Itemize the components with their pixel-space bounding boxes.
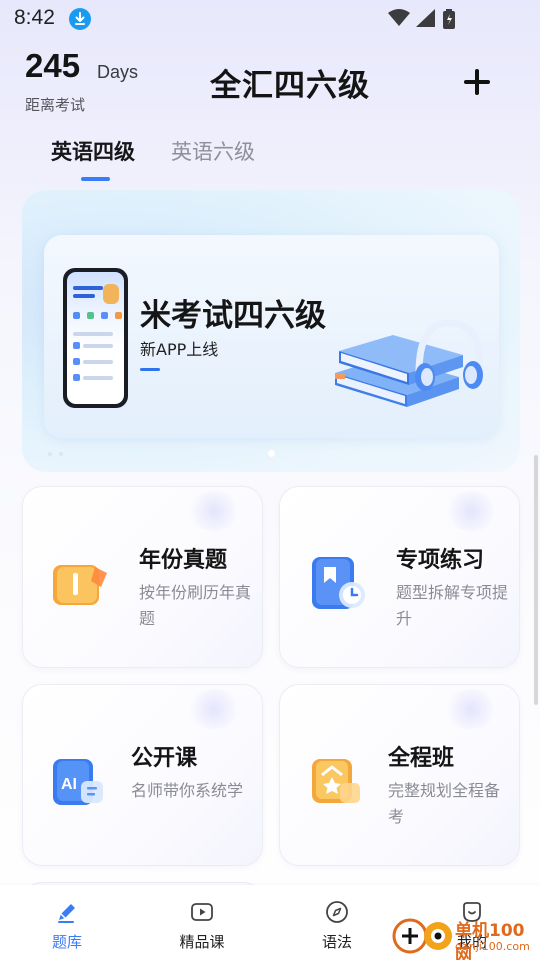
wifi-icon — [388, 9, 410, 26]
books-headphones-icon — [335, 319, 483, 407]
carousel-dot-active — [268, 450, 275, 457]
carousel-dot — [48, 452, 52, 456]
download-icon — [69, 8, 91, 30]
ai-course-icon: AI — [53, 759, 103, 805]
card-title: 专项练习 — [396, 548, 485, 573]
tab-cet6[interactable]: 英语六级 — [171, 136, 255, 166]
card-title: 全程班 — [388, 746, 455, 771]
watermark-logo-icon — [392, 918, 452, 954]
signal-icon — [416, 9, 435, 27]
watermark-text: 单机100网 — [455, 921, 525, 960]
card-full-course[interactable]: 全程班 完整规划全程备考 — [279, 684, 520, 866]
countdown-days: 245 — [25, 47, 81, 84]
card-special-practice[interactable]: 专项练习 题型拆解专项提升 — [279, 486, 520, 668]
watermark: 单机100网 danji100.com — [392, 910, 540, 960]
status-bar: 8:42 — [0, 0, 540, 38]
countdown-label: 距离考试 — [25, 96, 86, 114]
play-icon — [191, 903, 213, 921]
svg-text:AI: AI — [61, 776, 77, 793]
nav-label: 语法 — [321, 933, 352, 951]
scrollbar[interactable] — [534, 455, 538, 705]
nav-label: 题库 — [51, 933, 82, 951]
card-desc: 按年份刷历年真题 — [139, 583, 252, 628]
pen-icon — [58, 904, 75, 923]
tab-cet4[interactable]: 英语四级 — [51, 136, 135, 166]
tab-indicator — [81, 177, 110, 181]
star-badge-icon — [312, 759, 360, 803]
page-title[interactable]: 全汇四六级 — [210, 60, 370, 105]
card-desc: 完整规划全程备考 — [388, 781, 501, 826]
status-time: 8:42 — [14, 6, 55, 29]
battery-icon — [443, 9, 455, 29]
add-button[interactable] — [460, 64, 496, 100]
promo-banner[interactable]: 米考试四六级 新APP上线 — [22, 190, 520, 472]
banner-subtitle: 新APP上线 — [140, 340, 219, 359]
banner-title: 米考试四六级 — [140, 298, 326, 334]
card-open-course[interactable]: AI 公开课 名师带你系统学 — [22, 684, 263, 866]
nav-item-question-bank[interactable]: 题库 — [27, 885, 107, 960]
compass-icon — [326, 901, 348, 923]
carousel-dot — [59, 452, 63, 456]
card-title: 年份真题 — [139, 548, 228, 573]
nav-item-courses[interactable]: 精品课 — [162, 885, 242, 960]
card-past-papers[interactable]: 年份真题 按年份刷历年真题 — [22, 486, 263, 668]
card-desc: 名师带你系统学 — [131, 781, 244, 800]
phone-illustration — [63, 268, 128, 408]
nav-item-grammar[interactable]: 语法 — [297, 885, 377, 960]
book-calendar-icon — [53, 565, 107, 605]
banner-card[interactable]: 米考试四六级 新APP上线 — [44, 235, 499, 438]
card-title: 公开课 — [131, 746, 198, 771]
banner-accent-line — [140, 368, 160, 371]
bookmark-clock-icon — [312, 557, 365, 609]
card-desc: 题型拆解专项提升 — [396, 583, 509, 628]
countdown-unit: Days — [97, 62, 139, 82]
watermark-url: danji100.com — [455, 940, 530, 953]
nav-label: 精品课 — [179, 933, 225, 951]
